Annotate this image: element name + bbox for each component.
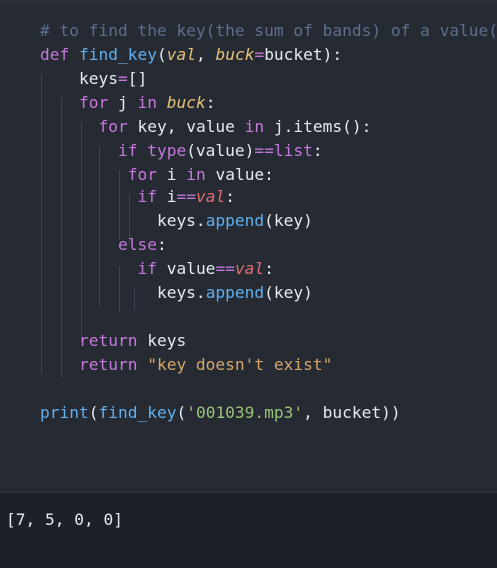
code-token: in — [137, 93, 167, 112]
code-line[interactable]: keys=[] — [40, 68, 147, 90]
code-token: find_key — [78, 45, 157, 64]
code-token: value — [166, 259, 216, 278]
code-line[interactable]: for j in buck: — [40, 92, 215, 114]
code-line[interactable]: print(find_key('001039.mp3', bucket)) — [40, 402, 401, 424]
code-token: (value) — [186, 141, 255, 160]
code-token: (key) — [264, 283, 313, 302]
code-token: else — [40, 235, 157, 254]
code-cell[interactable]: # to find the key(the sum of bands) of a… — [0, 4, 497, 492]
code-line[interactable]: keys.append(key) — [40, 210, 313, 232]
code-line[interactable]: # to find the key(the sum of bands) of a… — [40, 20, 497, 42]
code-token: ): — [322, 45, 343, 64]
code-token: value: — [215, 165, 274, 184]
code-token: key, value — [137, 117, 245, 136]
code-token: : — [312, 141, 323, 160]
code-line[interactable]: def find_key(val, buck=bucket): — [40, 44, 342, 66]
code-token: for — [40, 165, 167, 184]
code-line[interactable]: keys.append(key) — [40, 282, 313, 304]
code-token: i — [166, 165, 187, 184]
code-token: val — [234, 259, 265, 278]
code-token: '001039.mp3' — [186, 403, 304, 422]
code-token: "key doesn't exist" — [147, 355, 333, 374]
code-line[interactable]: if i==val: — [40, 186, 235, 208]
code-token: append — [205, 211, 265, 230]
code-token: find_key — [98, 403, 177, 422]
code-token: : — [225, 187, 235, 206]
code-line[interactable]: if type(value)==list: — [40, 140, 323, 162]
code-line[interactable]: if value==val: — [40, 258, 274, 280]
code-token: print — [40, 403, 89, 422]
code-token: [] — [127, 69, 148, 88]
code-token: val — [195, 187, 226, 206]
code-token: for — [40, 93, 118, 112]
code-token: in — [244, 117, 274, 136]
code-token: val — [166, 45, 196, 64]
code-line[interactable]: for key, value in j.items(): — [40, 116, 371, 138]
code-line[interactable]: return keys — [40, 330, 186, 352]
code-token: type — [147, 141, 187, 160]
code-line[interactable]: for i in value: — [40, 164, 274, 186]
code-token: list — [273, 141, 313, 160]
code-token: keys — [40, 69, 118, 88]
code-token: keys. — [40, 211, 206, 230]
code-token: keys — [147, 331, 187, 350]
code-token: if — [40, 259, 167, 278]
code-token: return — [40, 355, 148, 374]
code-token: = — [117, 69, 128, 88]
code-token: == — [176, 187, 196, 206]
code-token: i — [166, 187, 177, 206]
code-line[interactable]: else: — [40, 234, 167, 256]
code-token: for — [40, 117, 138, 136]
code-token: == — [215, 259, 235, 278]
code-token: ( — [156, 45, 167, 64]
code-line[interactable]: return "key doesn't exist" — [40, 354, 332, 376]
code-token: j — [117, 93, 138, 112]
code-token: == — [254, 141, 274, 160]
code-token: def — [40, 45, 79, 64]
code-token: : — [264, 259, 274, 278]
code-token: j.items(): — [273, 117, 372, 136]
code-token: in — [186, 165, 216, 184]
output-text: [7, 5, 0, 0] — [6, 510, 123, 529]
code-token: = — [254, 45, 265, 64]
code-token: # to find the key(the sum of bands) of a… — [40, 21, 497, 40]
code-token: , bucket — [303, 403, 382, 422]
code-token: append — [205, 283, 265, 302]
code-token: if — [40, 141, 148, 160]
code-token: if — [40, 187, 167, 206]
code-token: bucket — [264, 45, 323, 64]
code-token: : — [156, 235, 167, 254]
code-token: return — [40, 331, 148, 350]
code-token: ( — [176, 403, 187, 422]
code-token: keys. — [40, 283, 206, 302]
code-token: buck — [215, 45, 255, 64]
code-token: , — [195, 45, 216, 64]
code-token: )) — [381, 403, 401, 422]
output-area: [7, 5, 0, 0] — [0, 492, 497, 568]
code-token: buck — [166, 93, 206, 112]
code-token: (key) — [264, 211, 313, 230]
code-token: : — [205, 93, 216, 112]
